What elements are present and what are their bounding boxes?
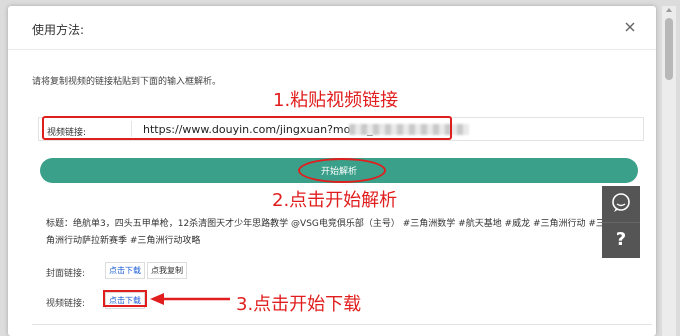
cover-link-label: 封面链接: [46,269,86,279]
question-icon: ? [615,229,627,250]
scroll-thumb[interactable] [665,18,673,80]
annotation-step-2: 2.点击开始解析 [272,190,398,211]
scroll-up-arrow-icon[interactable] [666,8,672,12]
modal-header: 使用方法: [8,6,656,50]
close-button[interactable] [620,17,640,37]
url-highlight-box [42,116,452,140]
instruction-text: 请将复制视频的链接粘贴到下面的输入框解析。 [32,77,222,87]
cover-download-button[interactable]: 点击下载 [105,262,145,279]
video-title-text: 标题：绝航单3，四头五甲单枪，12杀清图天才少年思路教学 @VSG电竞俱乐部（主… [46,219,605,246]
video-download-highlight-box [103,290,147,307]
side-help-button[interactable]: ? [602,222,640,258]
annotation-step-3: 3.点击开始下载 [236,294,362,315]
bottom-divider [32,324,652,325]
page-scrollbar[interactable] [662,6,676,336]
parse-highlight-ellipse [298,158,386,183]
annotation-arrow-icon [150,293,230,305]
side-chat-button[interactable] [602,186,640,222]
video-link-label: 视频链接: [46,299,86,309]
annotation-step-1: 1.粘贴视频链接 [273,90,399,111]
usage-modal: 使用方法: 请将复制视频的链接粘贴到下面的输入框解析。 视频链接: https:… [8,6,656,336]
chat-bubble-icon [612,193,630,212]
cover-copy-button[interactable]: 点我复制 [147,262,187,279]
close-icon [625,22,635,32]
modal-title: 使用方法: [32,23,85,37]
